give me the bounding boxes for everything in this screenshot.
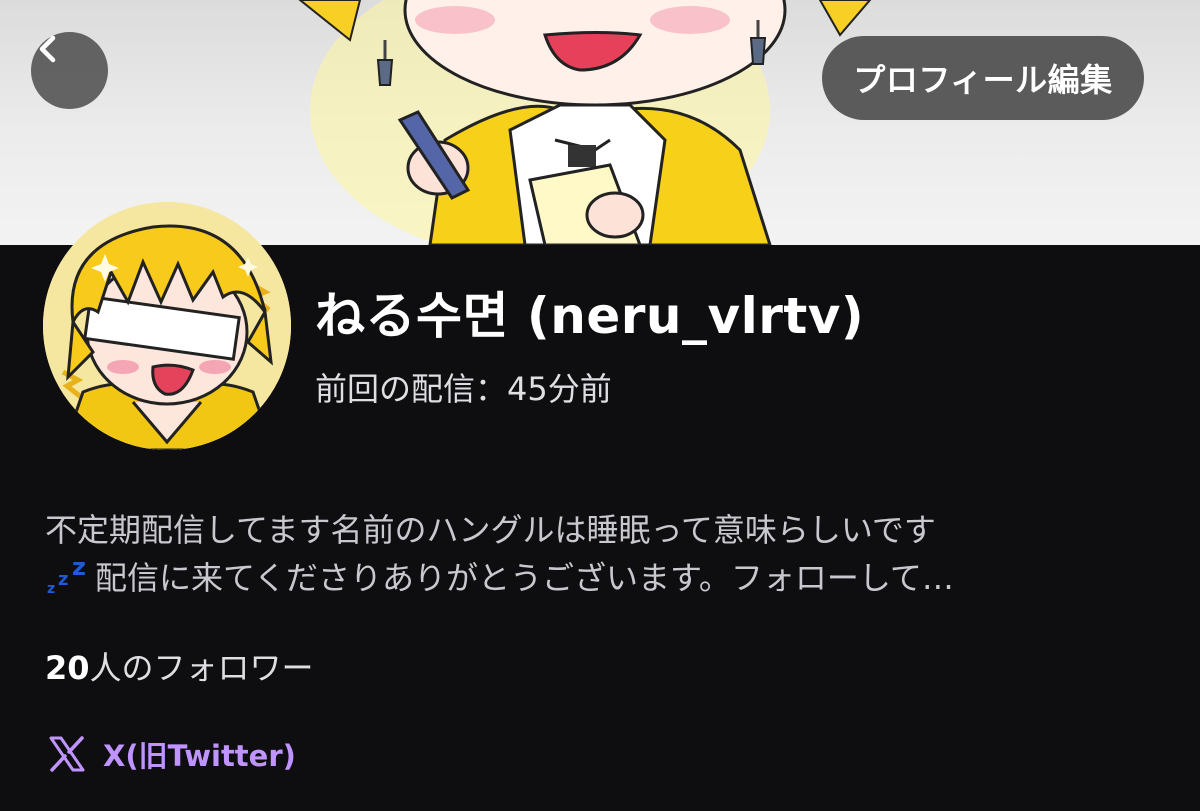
followers-number: 20 — [45, 649, 90, 687]
zzz-emoji-icon: z z z — [45, 554, 95, 597]
x-twitter-link[interactable]: X(旧Twitter) — [45, 732, 296, 776]
bio-line-2-text: 配信に来てくださりありがとうございます。フォローして… — [95, 559, 954, 597]
display-name: ねる수면 (neru_vlrtv) — [315, 287, 865, 345]
svg-text:z: z — [47, 581, 55, 595]
x-twitter-label: X(旧Twitter) — [103, 739, 296, 773]
bio-line-1: 不定期配信してます名前のハングルは睡眠って意味らしいです — [45, 511, 936, 549]
chevron-left-icon — [39, 35, 56, 63]
bio-line-2: z z z 配信に来てくださりありがとうございます。フォローして… — [45, 554, 1165, 602]
profile-bio[interactable]: 不定期配信してます名前のハングルは睡眠って意味らしいです z z z 配信に来て… — [45, 506, 1165, 602]
svg-text:z: z — [72, 555, 86, 581]
followers-count[interactable]: 20人のフォロワー — [45, 643, 314, 689]
last-stream-time: 前回の配信：45分前 — [315, 370, 612, 408]
followers-label: 人のフォロワー — [89, 649, 314, 687]
avatar-image — [43, 202, 291, 450]
avatar[interactable] — [43, 202, 291, 450]
edit-profile-button[interactable]: プロフィール編集 — [822, 36, 1144, 120]
x-logo-icon — [49, 736, 85, 772]
back-button[interactable] — [31, 32, 108, 109]
svg-text:z: z — [58, 569, 68, 590]
